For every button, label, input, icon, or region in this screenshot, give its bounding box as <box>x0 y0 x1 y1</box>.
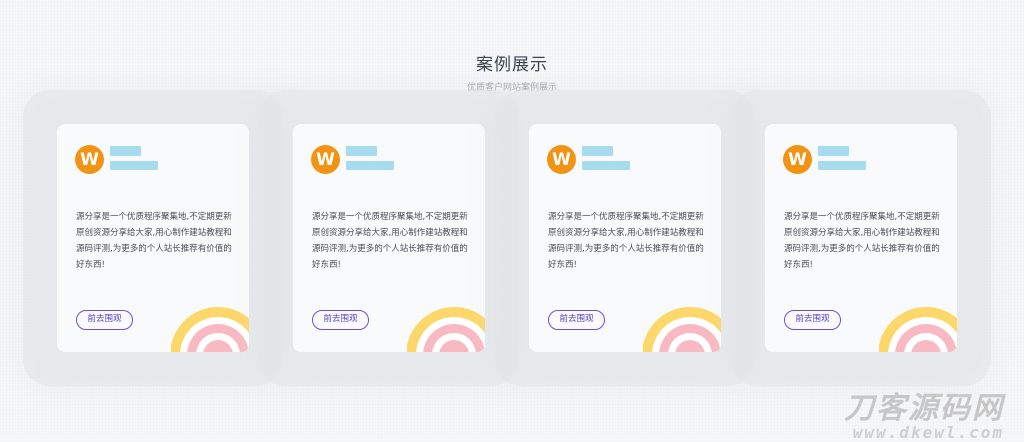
case-card: W 源分享是一个优质程序聚集地,不定期更新原创资源分享给大家,用心制作建站教程和… <box>293 124 485 352</box>
client-name-redacted <box>346 146 377 156</box>
visit-button[interactable]: 前去围观 <box>76 310 133 330</box>
client-role-redacted <box>818 161 866 170</box>
avatar-w-icon: W <box>75 145 104 174</box>
visit-button[interactable]: 前去围观 <box>312 310 369 330</box>
visit-button[interactable]: 前去围观 <box>784 310 841 330</box>
section-subtitle: 优质客户网站案例展示 <box>466 83 557 93</box>
client-role-redacted <box>582 161 630 170</box>
case-card: W 源分享是一个优质程序聚集地,不定期更新原创资源分享给大家,用心制作建站教程和… <box>765 124 957 352</box>
client-name-redacted <box>110 146 141 156</box>
case-description: 源分享是一个优质程序聚集地,不定期更新原创资源分享给大家,用心制作建站教程和源码… <box>312 212 468 270</box>
client-name-redacted <box>818 146 849 156</box>
case-description: 源分享是一个优质程序聚集地,不定期更新原创资源分享给大家,用心制作建站教程和源码… <box>76 212 232 270</box>
case-card: W 源分享是一个优质程序聚集地,不定期更新原创资源分享给大家,用心制作建站教程和… <box>529 124 721 352</box>
case-description: 源分享是一个优质程序聚集地,不定期更新原创资源分享给大家,用心制作建站教程和源码… <box>548 212 704 270</box>
client-name-redacted <box>582 146 613 156</box>
avatar-w-icon: W <box>783 145 812 174</box>
rainbow-decoration-icon <box>171 307 249 352</box>
avatar-w-icon: W <box>311 145 340 174</box>
site-watermark: 刀客源码网 www.dkewl.com <box>844 383 1004 442</box>
case-description: 源分享是一个优质程序聚集地,不定期更新原创资源分享给大家,用心制作建站教程和源码… <box>784 212 940 270</box>
section-title: 案例展示 <box>476 55 548 75</box>
client-role-redacted <box>110 161 158 170</box>
rainbow-decoration-icon <box>407 307 485 352</box>
avatar-w-icon: W <box>547 145 576 174</box>
rainbow-decoration-icon <box>879 307 957 352</box>
case-card: W 源分享是一个优质程序聚集地,不定期更新原创资源分享给大家,用心制作建站教程和… <box>57 124 249 352</box>
watermark-brand: 刀客源码网 <box>844 391 1004 426</box>
visit-button[interactable]: 前去围观 <box>548 310 605 330</box>
client-role-redacted <box>346 161 394 170</box>
watermark-url: www.dkewl.com <box>852 423 1004 442</box>
rainbow-decoration-icon <box>643 307 721 352</box>
